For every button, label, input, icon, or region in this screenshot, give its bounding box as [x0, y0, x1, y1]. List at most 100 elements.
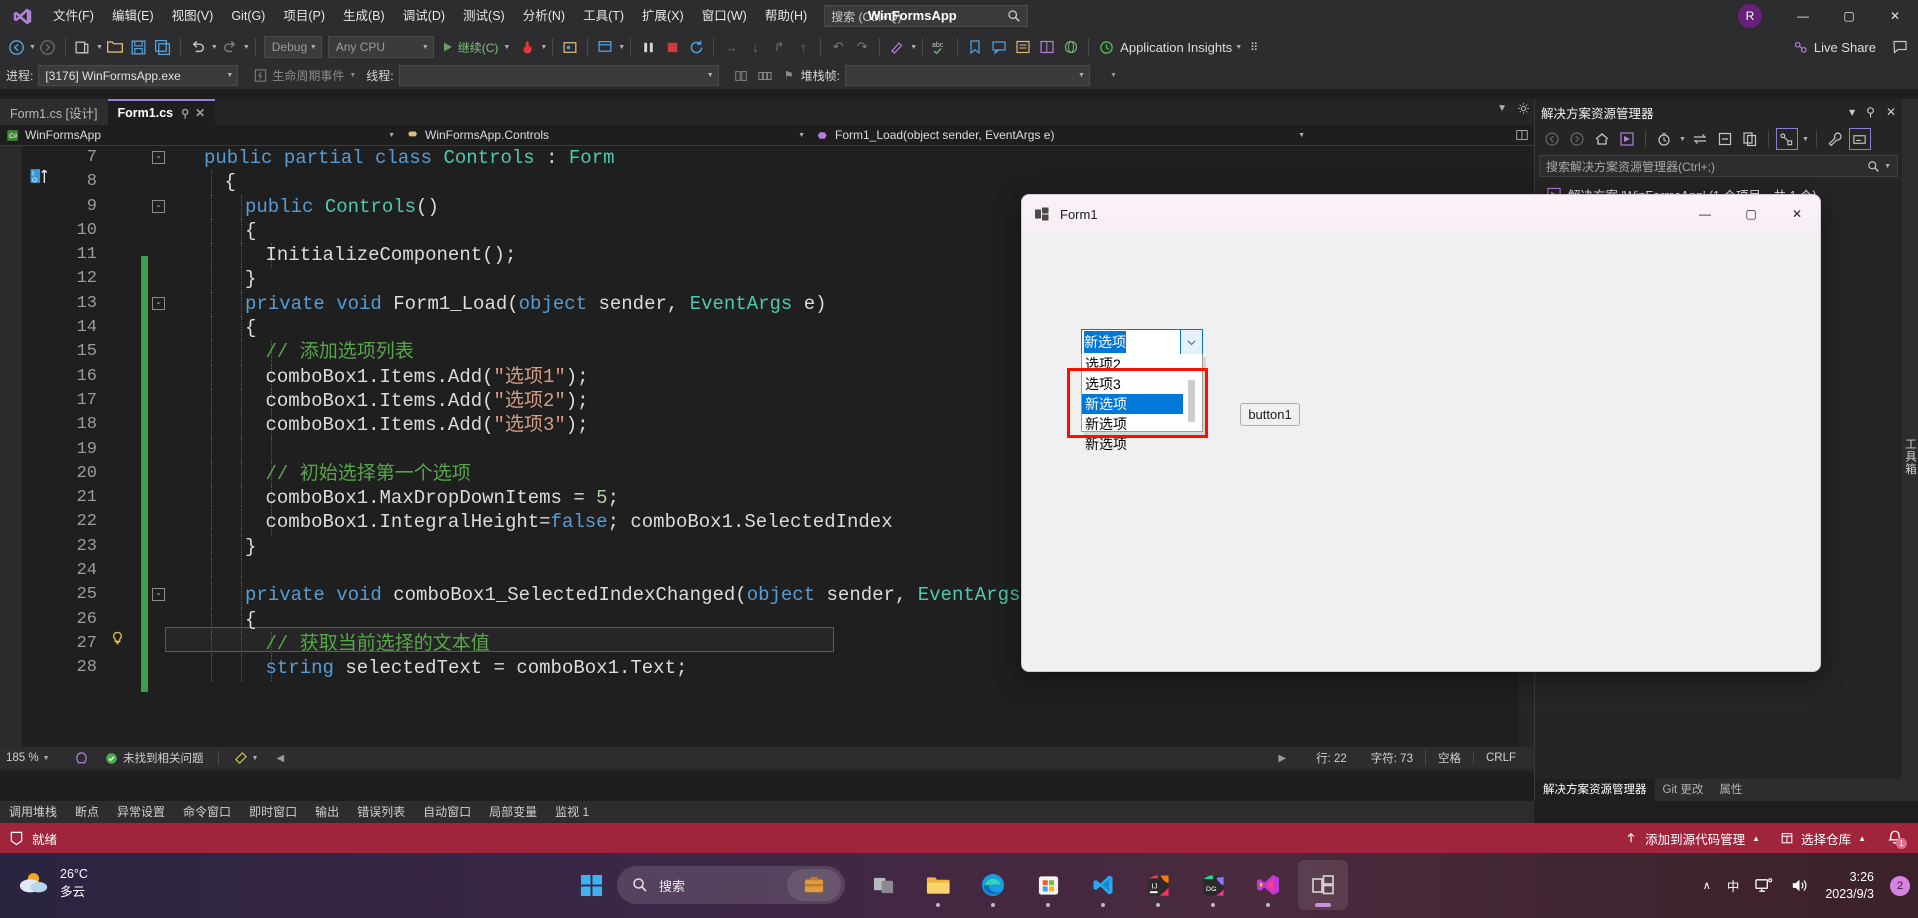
menu-debug[interactable]: 调试(D)	[394, 0, 454, 32]
panel-tab-immediate-window[interactable]: 即时窗口	[240, 801, 306, 823]
app-insights-more-icon[interactable]: ⠿	[1242, 35, 1266, 59]
taskbar-search-box[interactable]: 搜索	[617, 866, 845, 904]
combobox1-dropdown-button[interactable]	[1180, 330, 1202, 354]
view-dependencies-caret-icon[interactable]: ▼	[1802, 136, 1809, 143]
layout-window-icon[interactable]	[593, 35, 617, 59]
menu-git[interactable]: Git(G)	[222, 0, 274, 32]
hot-reload-icon[interactable]	[515, 35, 539, 59]
app-insights-caret-icon[interactable]: ▼	[1235, 44, 1242, 51]
panel-tab-error-list[interactable]: 错误列表	[348, 801, 414, 823]
nav-type-dropdown[interactable]: WinFormsApp.Controls ▼	[400, 125, 810, 146]
microsoft-store-button[interactable]	[1023, 860, 1073, 910]
nav-next-icon[interactable]: ↷	[850, 35, 874, 59]
menu-window[interactable]: 窗口(W)	[693, 0, 756, 32]
save-icon[interactable]	[127, 35, 151, 59]
maximize-button[interactable]: ▢	[1826, 0, 1872, 32]
preview-selected-icon[interactable]	[1848, 128, 1871, 150]
menu-analyze[interactable]: 分析(N)	[514, 0, 574, 32]
solution-config-dropdown[interactable]: Debug ▼	[263, 36, 322, 58]
feedback-icon[interactable]	[1888, 35, 1912, 59]
tab-git-changes[interactable]: Git 更改	[1655, 779, 1712, 801]
menu-help[interactable]: 帮助(H)	[756, 0, 816, 32]
briefcase-icon[interactable]	[787, 869, 841, 901]
taskbar-clock[interactable]: 3:26 2023/9/3	[1825, 869, 1874, 903]
continue-button[interactable]: 继续(C) ▼	[437, 39, 516, 56]
lifecycle-events-icon[interactable]	[248, 64, 272, 88]
toolbox-vertical-tab[interactable]: 工具箱	[1902, 99, 1918, 801]
visual-studio-taskbar-button[interactable]	[1298, 860, 1348, 910]
minimize-button[interactable]: —	[1780, 0, 1826, 32]
panel-tab-output[interactable]: 输出	[306, 801, 348, 823]
menu-tools[interactable]: 工具(T)	[574, 0, 633, 32]
panel-tab-autos[interactable]: 自动窗口	[414, 801, 480, 823]
tab-overflow-icon[interactable]: ▼	[1497, 103, 1507, 114]
volume-icon[interactable]	[1790, 876, 1809, 895]
gear-icon[interactable]	[1517, 102, 1530, 115]
comment-toolbar-icon[interactable]	[987, 35, 1011, 59]
nav-project-dropdown[interactable]: C# WinFormsApp ▼	[0, 125, 400, 146]
layout-caret-icon[interactable]: ▼	[618, 44, 625, 51]
object-browser-icon[interactable]	[1059, 35, 1083, 59]
menu-extensions[interactable]: 扩展(X)	[633, 0, 693, 32]
toolbar2-overflow-icon[interactable]: ▼	[1110, 72, 1117, 79]
solution-platform-dropdown[interactable]: Any CPU ▼	[327, 36, 434, 58]
show-desktop-button[interactable]	[1903, 861, 1908, 911]
pending-changes-icon[interactable]	[1653, 128, 1675, 150]
stackframe-icon-2[interactable]	[753, 64, 777, 88]
fold-toggle-icon[interactable]: -	[152, 151, 165, 164]
combobox1-dropdown-list[interactable]: 选项2 选项3 新选项 新选项 新选项	[1081, 354, 1203, 452]
show-all-files-icon[interactable]	[1739, 128, 1761, 150]
split-editor-icon[interactable]	[1516, 129, 1528, 141]
stop-debug-button[interactable]	[660, 35, 684, 59]
combobox-scrollbar[interactable]	[1184, 355, 1201, 431]
panel-tab-breakpoints[interactable]: 断点	[66, 801, 108, 823]
account-avatar[interactable]: R	[1738, 4, 1762, 28]
new-project-caret-icon[interactable]: ▼	[96, 44, 103, 51]
intellicode-icon[interactable]	[74, 751, 89, 766]
lifecycle-caret-icon[interactable]: ▼	[349, 72, 356, 79]
menu-edit[interactable]: 编辑(E)	[103, 0, 163, 32]
panel-tab-command-window[interactable]: 命令窗口	[174, 801, 240, 823]
fold-toggle-icon[interactable]: -	[152, 296, 165, 310]
form1-maximize-button[interactable]: ▢	[1728, 195, 1774, 233]
tray-ime-indicator[interactable]: 中	[1727, 876, 1740, 895]
hot-reload-caret-icon[interactable]: ▼	[540, 44, 547, 51]
menu-test[interactable]: 测试(S)	[454, 0, 514, 32]
new-project-icon[interactable]	[71, 35, 95, 59]
select-repository[interactable]: 选择仓库 ▲	[1780, 829, 1866, 848]
view-dependencies-icon[interactable]	[1775, 128, 1798, 150]
line-ending[interactable]: CRLF	[1472, 752, 1528, 764]
back-icon[interactable]	[1541, 128, 1563, 150]
thread-dropdown[interactable]: ▼	[398, 65, 719, 86]
combobox1-textfield[interactable]: 新选项	[1082, 330, 1180, 354]
add-to-source-control[interactable]: 添加到源代码管理 ▲	[1624, 829, 1760, 848]
navigate-backward-button[interactable]	[4, 35, 28, 59]
notifications-button[interactable]: 1	[1886, 829, 1907, 849]
hscroll-left-arrow-icon[interactable]: ◀	[276, 753, 284, 764]
collapse-all-icon[interactable]	[1714, 128, 1736, 150]
tray-overflow-chevron-icon[interactable]: ∧	[1703, 879, 1711, 892]
format-icon[interactable]	[885, 35, 909, 59]
sync-with-active-icon[interactable]	[1689, 128, 1711, 150]
menu-view[interactable]: 视图(V)	[163, 0, 223, 32]
zoom-level[interactable]: 185 %	[6, 752, 39, 764]
panel-tab-watch1[interactable]: 监视 1	[546, 801, 598, 823]
spellcheck-icon[interactable]: abc	[928, 35, 952, 59]
tab-form1-designer[interactable]: Form1.cs [设计]	[0, 99, 108, 125]
properties-window-icon[interactable]	[1035, 35, 1059, 59]
forward-icon[interactable]	[1566, 128, 1588, 150]
file-explorer-button[interactable]	[913, 860, 963, 910]
indent-mode[interactable]: 空格	[1424, 750, 1473, 766]
nav-prev-icon[interactable]: ↶	[826, 35, 850, 59]
cleanup-caret-icon[interactable]: ▼	[252, 755, 259, 762]
stackframe-flag-icon[interactable]: ⚑	[777, 64, 801, 88]
menu-project[interactable]: 项目(P)	[274, 0, 334, 32]
edge-button[interactable]	[968, 860, 1018, 910]
step-over-icon[interactable]: ↓	[743, 35, 767, 59]
panel-menu-icon[interactable]: ▾	[1849, 105, 1855, 119]
navigate-forward-button[interactable]	[36, 35, 60, 59]
menu-file[interactable]: 文件(F)	[44, 0, 103, 32]
app-insights-icon[interactable]	[1094, 35, 1118, 59]
step-return-icon[interactable]: ↑	[791, 35, 815, 59]
fold-toggle-icon[interactable]: -	[152, 588, 165, 602]
